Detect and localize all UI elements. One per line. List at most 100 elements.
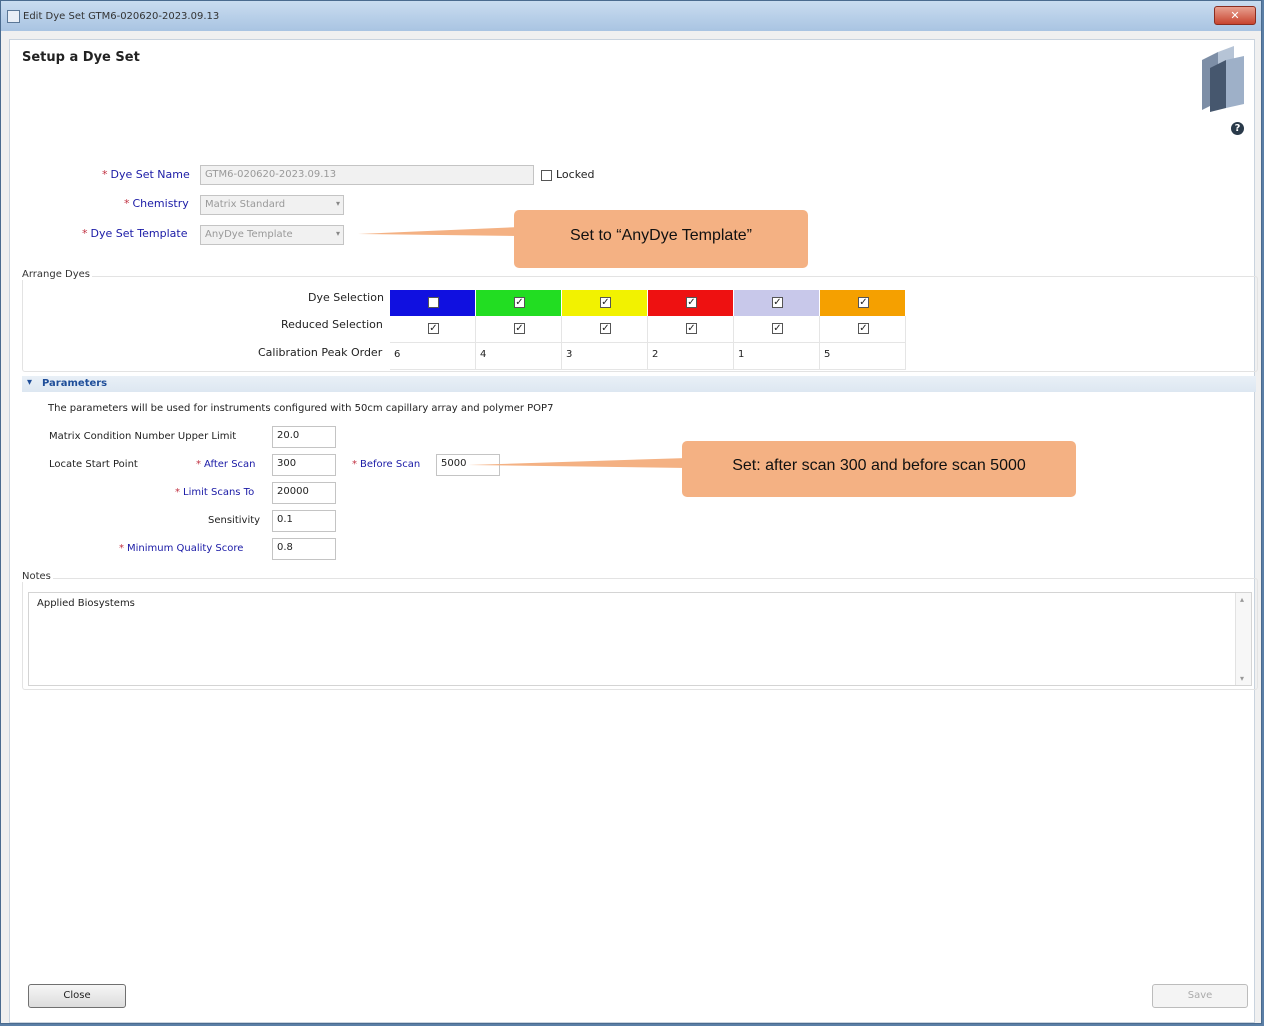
- after-scan-input[interactable]: 300: [272, 454, 336, 476]
- dialog-body: Setup a Dye Set ? * Dye Set Name GTM6-020…: [9, 39, 1258, 1023]
- notes-textarea[interactable]: Applied Biosystems ▴ ▾: [28, 592, 1252, 686]
- dye-color-cell: ✓: [734, 290, 820, 316]
- window-close-button[interactable]: ✕: [1214, 6, 1256, 25]
- locked-checkbox[interactable]: [541, 170, 552, 181]
- dye-selection-checkbox[interactable]: ✓: [772, 297, 783, 308]
- matrix-condition-label: Matrix Condition Number Upper Limit: [49, 431, 237, 442]
- before-scan-label: * Before Scan: [352, 459, 420, 470]
- dye-set-template-select[interactable]: AnyDye Template ▾: [200, 225, 344, 245]
- required-mark: *: [82, 227, 88, 240]
- chemistry-value: Matrix Standard: [205, 199, 286, 210]
- callout-scan: Set: after scan 300 and before scan 5000: [682, 441, 1076, 497]
- required-mark: *: [352, 459, 357, 470]
- locate-start-point-label: Locate Start Point: [49, 459, 138, 470]
- dye-color-cell: ✓: [562, 290, 648, 316]
- dye-set-template-label: * Dye Set Template: [82, 227, 188, 240]
- reduced-selection-checkbox[interactable]: ✓: [600, 323, 611, 334]
- required-mark: *: [102, 168, 108, 181]
- notes-text: Applied Biosystems: [37, 598, 135, 609]
- minimum-quality-input[interactable]: 0.8: [272, 538, 336, 560]
- callout-template: Set to “AnyDye Template”: [514, 210, 808, 268]
- calibration-order-value: 4: [480, 349, 487, 360]
- minimum-quality-label: * Minimum Quality Score: [119, 543, 243, 554]
- dye-color-cell: ✓: [648, 290, 734, 316]
- minimum-quality-label-text: Minimum Quality Score: [127, 543, 244, 554]
- chemistry-label: * Chemistry: [124, 197, 189, 210]
- arrange-dyes-title: Arrange Dyes: [20, 269, 93, 280]
- dye-selection-checkbox[interactable]: ✓: [858, 297, 869, 308]
- edit-dye-set-window: Edit Dye Set GTM6-020620-2023.09.13 ✕ Se…: [0, 0, 1262, 1024]
- scroll-up-icon[interactable]: ▴: [1240, 595, 1244, 604]
- before-scan-label-text: Before Scan: [360, 459, 421, 470]
- template-value: AnyDye Template: [205, 229, 293, 240]
- calibration-order-cell: 4: [476, 343, 562, 370]
- reduced-selection-label: Reduced Selection: [281, 318, 383, 331]
- reduced-selection-cell: ✓: [390, 316, 476, 343]
- scroll-down-icon[interactable]: ▾: [1240, 674, 1244, 683]
- dye-set-name-label: * Dye Set Name: [102, 168, 190, 181]
- save-button[interactable]: Save: [1152, 984, 1248, 1008]
- dye-color-cell: ✓: [476, 290, 562, 316]
- dye-selection-checkbox[interactable]: ✓: [686, 297, 697, 308]
- chevron-down-icon: ▾: [335, 229, 340, 238]
- calibration-order-cell: 3: [562, 343, 648, 370]
- help-icon[interactable]: ?: [1231, 122, 1244, 135]
- required-mark: *: [196, 459, 201, 470]
- reduced-selection-cell: ✓: [820, 316, 906, 343]
- chevron-down-icon: ▾: [335, 199, 340, 208]
- reduced-selection-checkbox[interactable]: ✓: [428, 323, 439, 334]
- callout-pointer: [468, 458, 688, 468]
- sensitivity-input[interactable]: 0.1: [272, 510, 336, 532]
- required-mark: *: [119, 543, 124, 554]
- parameters-description: The parameters will be used for instrume…: [48, 403, 554, 414]
- sensitivity-label: Sensitivity: [208, 515, 261, 526]
- limit-scans-input[interactable]: 20000: [272, 482, 336, 504]
- dye-selection-checkbox[interactable]: [428, 297, 439, 308]
- after-scan-label-text: After Scan: [204, 459, 256, 470]
- reduced-selection-checkbox[interactable]: ✓: [772, 323, 783, 334]
- dye-selection-label: Dye Selection: [308, 291, 384, 304]
- matrix-condition-input[interactable]: 20.0: [272, 426, 336, 448]
- dye-selection-checkbox[interactable]: ✓: [514, 297, 525, 308]
- calibration-order-value: 5: [824, 349, 831, 360]
- reduced-selection-checkbox[interactable]: ✓: [514, 323, 525, 334]
- calibration-order-value: 3: [566, 349, 573, 360]
- dye-selection-checkbox[interactable]: ✓: [600, 297, 611, 308]
- calibration-order-cell: 1: [734, 343, 820, 370]
- chemistry-select[interactable]: Matrix Standard ▾: [200, 195, 344, 215]
- reduced-selection-cell: ✓: [562, 316, 648, 343]
- reduced-selection-checkbox[interactable]: ✓: [858, 323, 869, 334]
- dye-color-cell: ✓: [820, 290, 906, 316]
- product-logo-icon: [1202, 46, 1244, 112]
- reduced-selection-cell: ✓: [648, 316, 734, 343]
- parameters-header[interactable]: ▾ Parameters: [22, 376, 1256, 392]
- collapse-icon: ▾: [27, 377, 33, 388]
- dye-color-cell: [390, 290, 476, 316]
- calibration-peak-order-label: Calibration Peak Order: [258, 346, 383, 359]
- callout-pointer: [358, 227, 520, 236]
- title-bar: Edit Dye Set GTM6-020620-2023.09.13 ✕: [1, 1, 1261, 31]
- after-scan-label: * After Scan: [196, 459, 256, 470]
- notes-title: Notes: [20, 571, 53, 582]
- limit-scans-label: * Limit Scans To: [175, 487, 254, 498]
- locked-label: Locked: [556, 168, 595, 181]
- page-title: Setup a Dye Set: [22, 50, 140, 65]
- calibration-order-cell: 2: [648, 343, 734, 370]
- parameters-title: Parameters: [42, 378, 108, 389]
- calibration-order-value: 1: [738, 349, 745, 360]
- required-mark: *: [175, 487, 180, 498]
- limit-scans-label-text: Limit Scans To: [183, 487, 255, 498]
- calibration-order-value: 2: [652, 349, 659, 360]
- close-button[interactable]: Close: [28, 984, 126, 1008]
- reduced-selection-cell: ✓: [734, 316, 820, 343]
- notes-scrollbar[interactable]: ▴ ▾: [1235, 593, 1251, 685]
- dye-set-name-label-text: Dye Set Name: [110, 168, 190, 181]
- reduced-selection-cell: ✓: [476, 316, 562, 343]
- calibration-order-cell: 5: [820, 343, 906, 370]
- calibration-order-value: 6: [394, 349, 401, 360]
- required-mark: *: [124, 197, 130, 210]
- calibration-order-cell: 6: [390, 343, 476, 370]
- dye-set-name-field[interactable]: GTM6-020620-2023.09.13: [200, 165, 534, 185]
- reduced-selection-checkbox[interactable]: ✓: [686, 323, 697, 334]
- dye-set-template-label-text: Dye Set Template: [90, 227, 188, 240]
